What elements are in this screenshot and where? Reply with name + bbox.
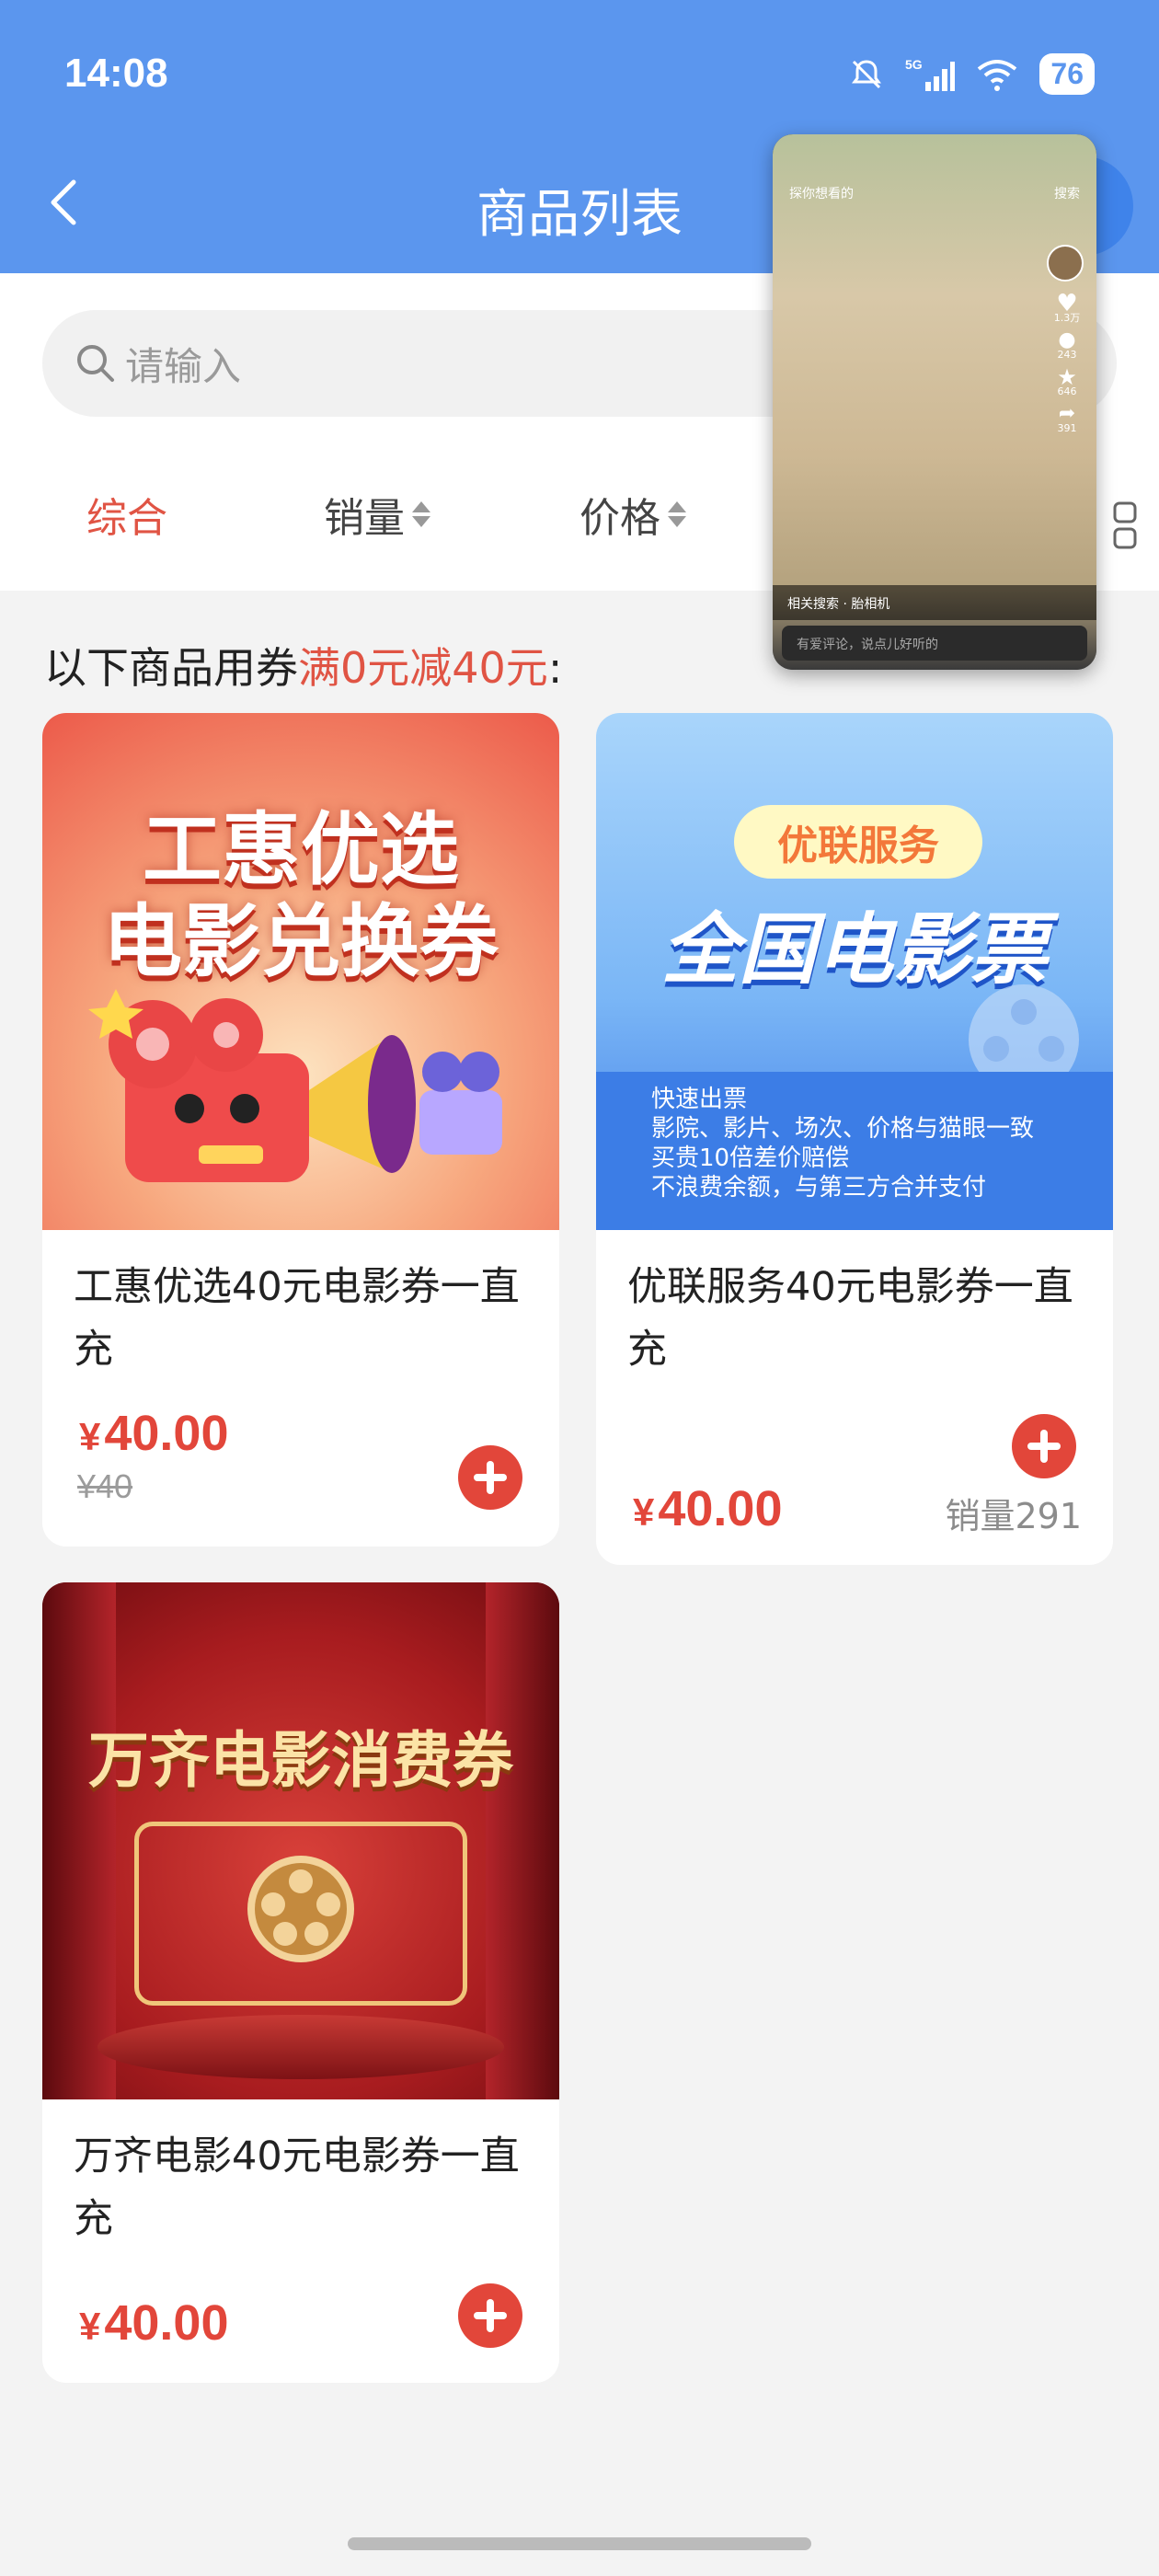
comment-icon[interactable]: ●	[1047, 330, 1087, 351]
film-reel-icon	[247, 1856, 354, 1962]
home-indicator[interactable]	[348, 2537, 811, 2550]
thumb-title: 万齐电影消费券	[88, 1725, 513, 1796]
share-icon[interactable]: ➦	[1047, 404, 1087, 424]
price-value: 40.00	[658, 1481, 783, 1536]
product-image-gongui: 工惠优选 电影兑换券	[42, 713, 559, 1230]
sort-tab-label: 综合	[86, 495, 167, 542]
sort-tab-price[interactable]: 价格	[580, 485, 686, 544]
product-name: 优联服务40元电影券一直充	[627, 1264, 1073, 1373]
coupon-tip-prefix: 以下商品用券	[44, 643, 298, 693]
currency-symbol: ¥	[79, 2305, 101, 2348]
sort-tab-label: 销量	[324, 495, 405, 542]
share-count: 391	[1057, 422, 1077, 434]
product-image-youlian: 优联服务 全国电影票 快速出票 影院、影片、场次、价格与猫眼一致 买贵10倍差价…	[596, 713, 1113, 1230]
sort-tab-sales[interactable]: 销量	[324, 485, 430, 544]
thumb-bullet: 不浪费余额，与第三方合并支付	[651, 1174, 987, 1202]
sort-tab-label: 价格	[580, 495, 660, 542]
add-to-cart-button[interactable]	[1012, 1414, 1076, 1478]
thumb-badge: 优联服务	[734, 805, 982, 879]
battery-indicator: 76	[1039, 53, 1095, 95]
currency-symbol: ¥	[79, 1415, 101, 1458]
product-card[interactable]: 工惠优选 电影兑换券 工惠优选40元电影券一直充 ¥40.00 ¥40	[42, 713, 559, 1547]
product-price: ¥40.00	[633, 1480, 783, 1537]
thumb-bullet: 买贵10倍差价赔偿	[651, 1144, 850, 1172]
product-name: 万齐电影40元电影券一直充	[74, 2133, 520, 2242]
favorite-count: 646	[1057, 385, 1077, 397]
floating-video-window[interactable]: 探你想看的 搜索 ♥ 1.3万 ● 243 ★ 646 ➦ 391 相关搜索 ·…	[773, 134, 1096, 670]
like-count: 1.3万	[1053, 312, 1081, 324]
video-comment-input[interactable]: 有爱评论，说点儿好听的	[782, 626, 1087, 661]
thumb-line-2: 电影兑换券	[103, 896, 499, 988]
signal-5g-icon: 5G	[905, 57, 956, 91]
layout-toggle-icon[interactable]	[1111, 501, 1139, 549]
search-placeholder: 请输入	[125, 343, 242, 389]
product-card[interactable]: 优联服务 全国电影票 快速出票 影院、影片、场次、价格与猫眼一致 买贵10倍差价…	[596, 713, 1113, 1565]
thumb-bullet: 快速出票	[651, 1086, 748, 1113]
status-icons: 5G 76	[848, 53, 1095, 95]
mute-bell-icon	[852, 59, 882, 88]
svg-text:5G: 5G	[905, 57, 923, 72]
currency-symbol: ¥	[633, 1490, 655, 1534]
projector-illustration-icon	[88, 989, 502, 1182]
video-search-hint[interactable]: 探你想看的	[789, 184, 854, 202]
wifi-icon	[978, 59, 1017, 91]
favorite-icon[interactable]: ★	[1047, 366, 1087, 388]
like-icon[interactable]: ♥	[1047, 292, 1087, 316]
sales-count: 销量291	[945, 1496, 1082, 1536]
product-image-wanqi: 万齐电影消费券	[42, 1582, 559, 2099]
curtain-left	[42, 1582, 116, 2099]
author-avatar[interactable]	[1047, 245, 1084, 282]
search-icon	[77, 345, 114, 382]
status-time: 14:08	[64, 51, 168, 96]
coupon-tip: 以下商品用券满0元减40元:	[44, 635, 562, 696]
comment-count: 243	[1057, 349, 1077, 361]
video-related-search[interactable]: 相关搜索 · 胎相机	[773, 585, 1096, 620]
thumb-bullet: 影院、影片、场次、价格与猫眼一致	[651, 1115, 1035, 1143]
add-to-cart-button[interactable]	[458, 1445, 522, 1510]
sort-arrows-icon	[668, 501, 686, 527]
curtain-right	[486, 1582, 559, 2099]
sort-arrows-icon	[412, 501, 430, 527]
product-price: ¥40.00	[79, 1405, 229, 1462]
coupon-tip-suffix: :	[547, 643, 563, 693]
product-price: ¥40.00	[79, 2294, 229, 2352]
price-value: 40.00	[104, 1406, 229, 1461]
video-search-button[interactable]: 搜索	[1054, 184, 1080, 202]
original-price: ¥40	[77, 1467, 133, 1505]
stage-platform	[98, 2015, 504, 2079]
video-action-rail: ♥ 1.3万 ● 243 ★ 646 ➦ 391	[1047, 245, 1087, 436]
price-value: 40.00	[104, 2295, 229, 2351]
product-card[interactable]: 万齐电影消费券 万齐电影40元电影券一直充 ¥40.00	[42, 1582, 559, 2383]
product-name: 工惠优选40元电影券一直充	[74, 1264, 520, 1373]
thumb-bullets: 快速出票 影院、影片、场次、价格与猫眼一致 买贵10倍差价赔偿 不浪费余额，与第…	[596, 1072, 1113, 1230]
add-to-cart-button[interactable]	[458, 2283, 522, 2348]
sort-tab-comprehensive[interactable]: 综合	[86, 485, 167, 544]
coupon-tip-highlight: 满0元减40元	[298, 643, 548, 693]
